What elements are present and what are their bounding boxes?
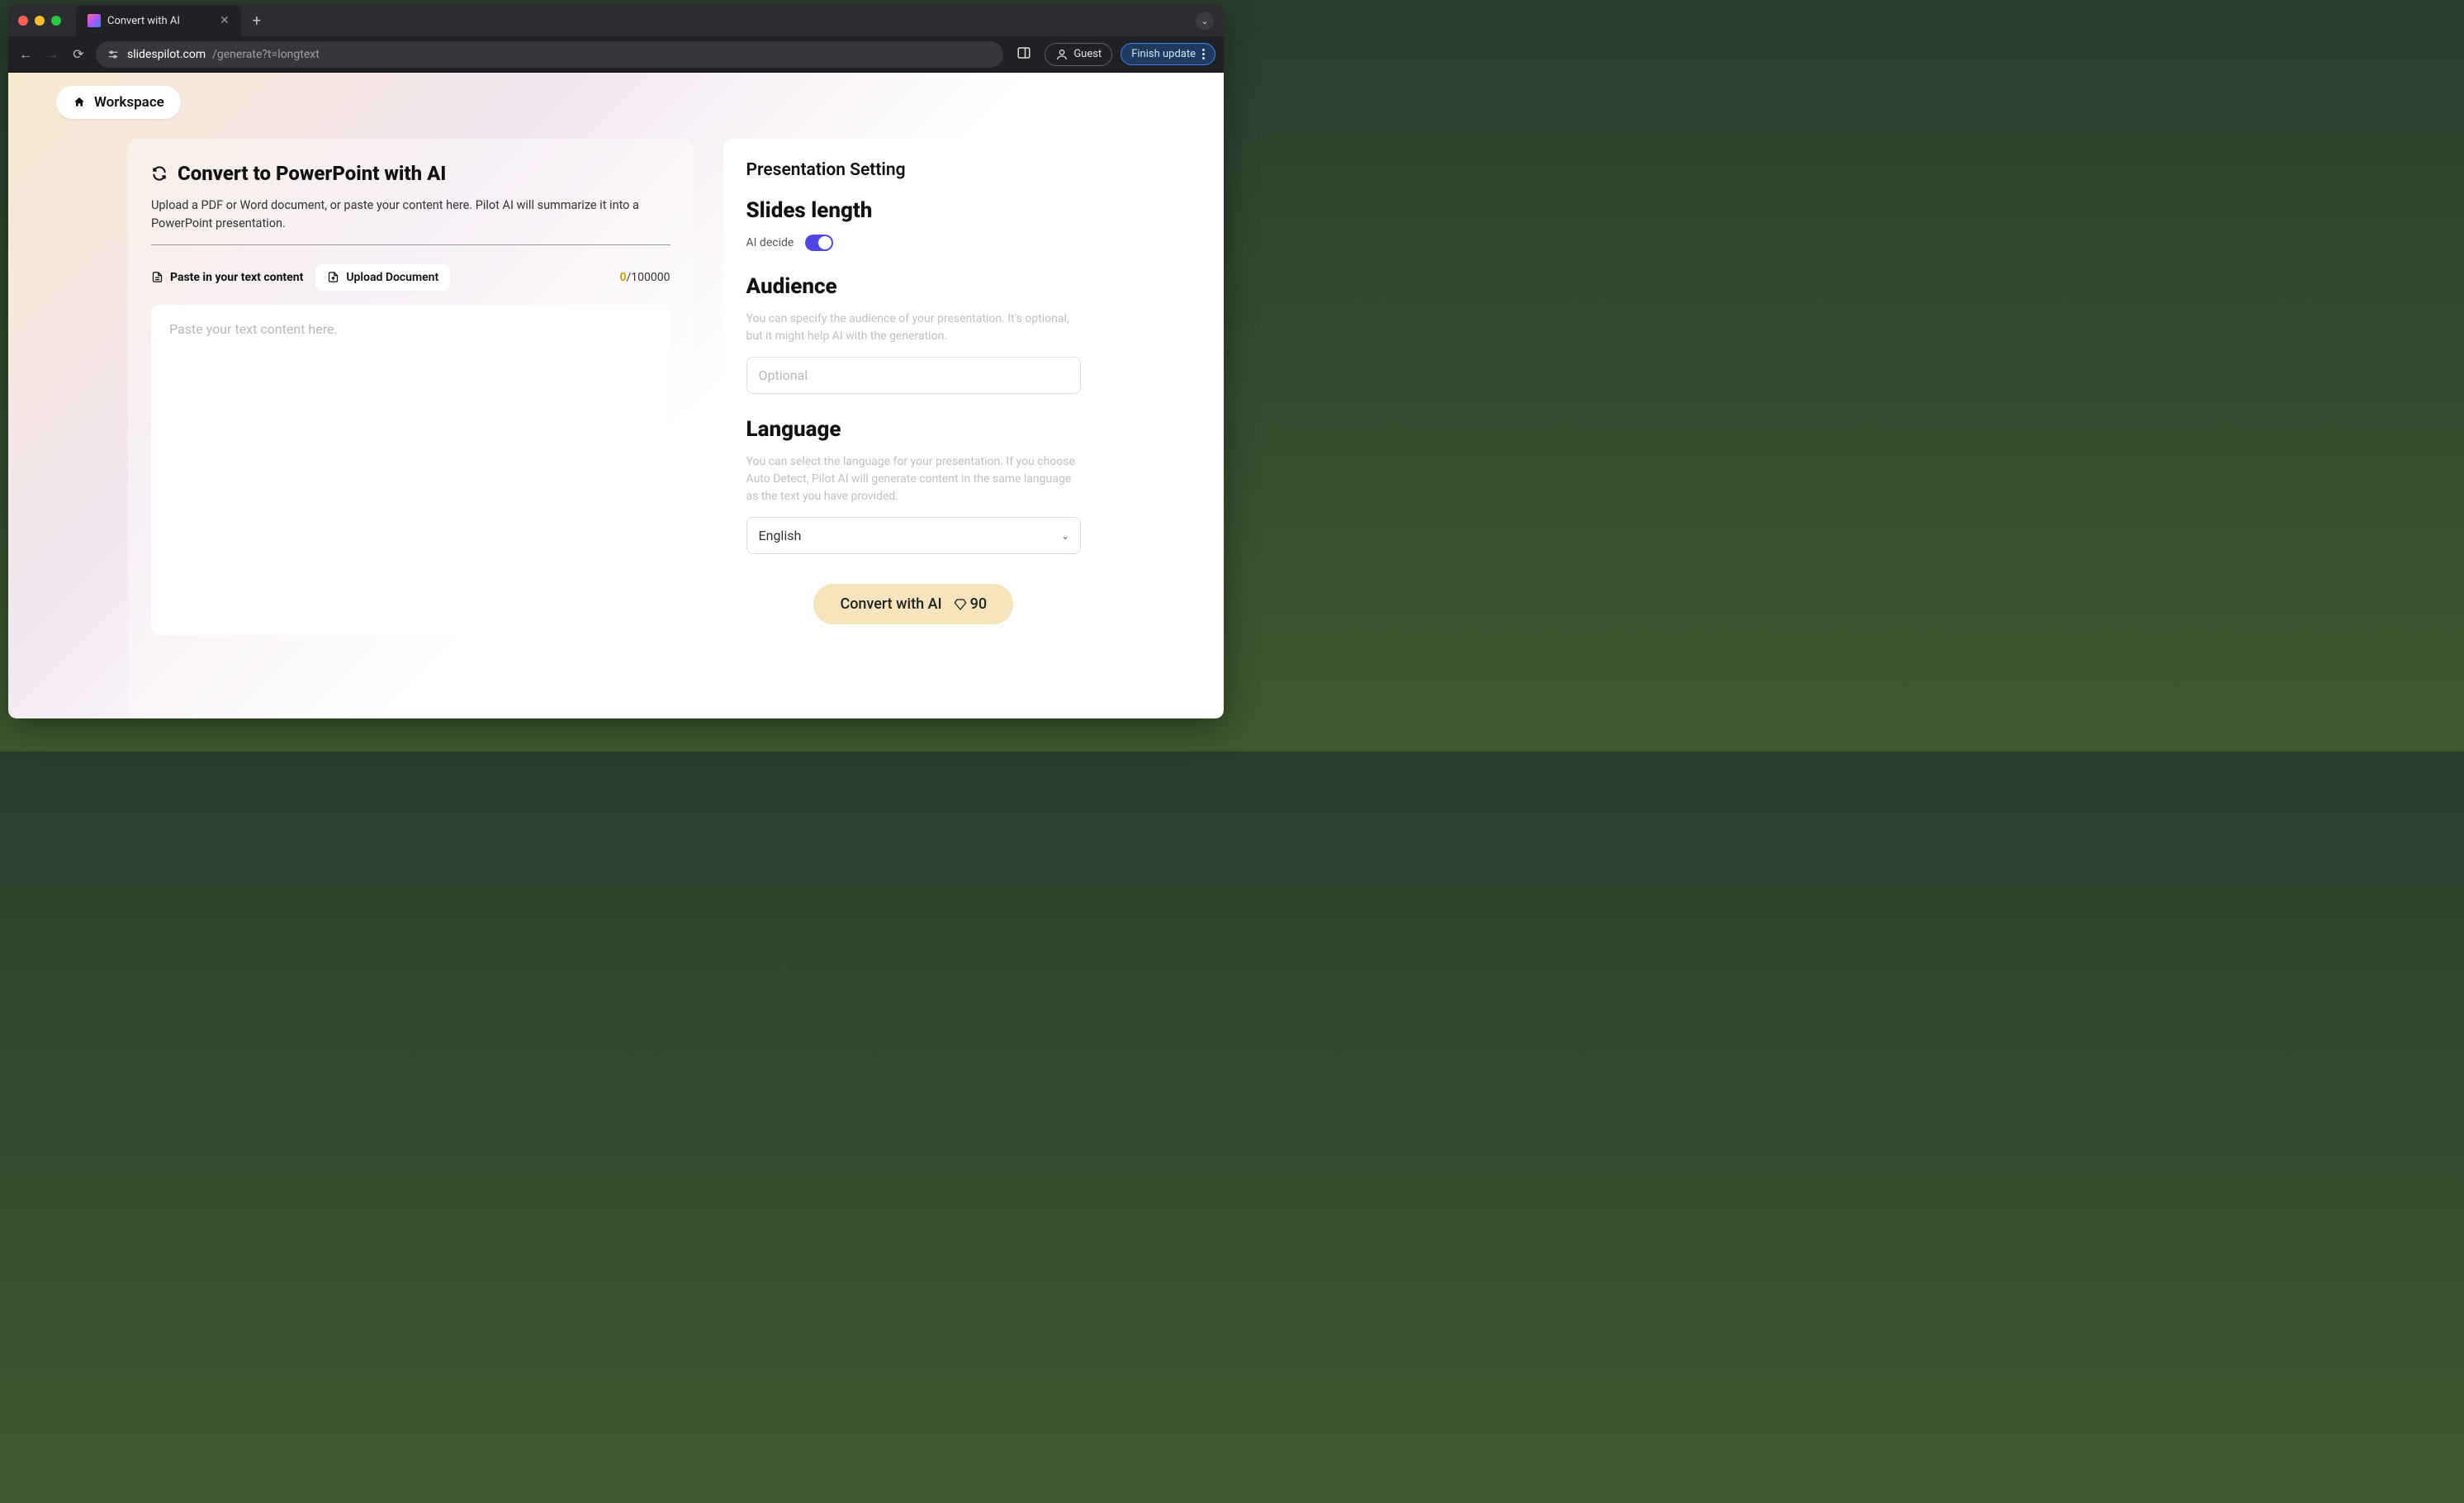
back-button[interactable]: ← (17, 46, 35, 63)
char-counter: 0/100000 (620, 271, 670, 284)
url-host: slidespilot.com (127, 48, 206, 61)
audience-heading: Audience (746, 274, 1081, 299)
convert-title: Convert to PowerPoint with AI (178, 162, 446, 185)
settings-title: Presentation Setting (746, 160, 1081, 180)
convert-button-label: Convert with AI (840, 595, 941, 613)
char-current: 0 (620, 271, 627, 284)
new-tab-button[interactable]: + (253, 12, 261, 30)
side-panel-icon[interactable] (1016, 45, 1031, 64)
upload-icon (327, 271, 339, 283)
language-select[interactable]: English (746, 517, 1081, 554)
window-controls (18, 16, 61, 26)
slides-length-heading: Slides length (746, 198, 1081, 223)
input-mode-tabs: Paste in your text content Upload Docume… (151, 263, 670, 292)
workspace-label: Workspace (94, 94, 164, 111)
language-heading: Language (746, 417, 1081, 442)
favicon-icon (88, 14, 101, 27)
ai-decide-label: AI decide (746, 236, 794, 249)
close-window-button[interactable] (18, 16, 28, 26)
chevron-down-icon: ⌄ (1061, 530, 1069, 542)
tab-paste-text[interactable]: Paste in your text content (151, 271, 303, 284)
ai-decide-row: AI decide (746, 235, 1081, 251)
language-selected: English (759, 528, 802, 543)
convert-description: Upload a PDF or Word document, or paste … (151, 197, 670, 233)
update-label: Finish update (1131, 48, 1196, 60)
content-area: Convert to PowerPoint with AI Upload a P… (128, 139, 1104, 718)
address-bar[interactable]: slidespilot.com/generate?t=longtext (96, 41, 1003, 68)
document-icon (151, 271, 163, 283)
ai-decide-toggle[interactable] (805, 235, 833, 251)
browser-toolbar: ← → ⟳ slidespilot.com/generate?t=longtex… (8, 36, 1224, 73)
home-icon (73, 96, 86, 109)
minimize-window-button[interactable] (35, 16, 45, 26)
settings-panel: Presentation Setting Slides length AI de… (723, 139, 1104, 718)
titlebar: Convert with AI ✕ + ⌄ (8, 5, 1224, 36)
workspace-button[interactable]: Workspace (56, 86, 181, 119)
convert-panel: Convert to PowerPoint with AI Upload a P… (128, 139, 694, 718)
reload-button[interactable]: ⟳ (69, 46, 88, 62)
language-description: You can select the language for your pre… (746, 453, 1081, 505)
finish-update-button[interactable]: Finish update (1121, 43, 1215, 65)
tab-upload-document[interactable]: Upload Document (315, 263, 451, 292)
url-path: /generate?t=longtext (212, 48, 320, 61)
tab-title: Convert with AI (107, 15, 180, 27)
audience-section: Audience You can specify the audience of… (746, 274, 1081, 394)
profile-button[interactable]: Guest (1045, 43, 1112, 66)
browser-tab[interactable]: Convert with AI ✕ (76, 5, 241, 36)
credits-value: 90 (970, 595, 987, 613)
audience-input[interactable] (746, 357, 1081, 394)
profile-label: Guest (1073, 48, 1102, 60)
divider (151, 244, 670, 245)
menu-icon[interactable] (1202, 49, 1205, 59)
forward-button[interactable]: → (43, 46, 61, 63)
browser-window: Convert with AI ✕ + ⌄ ← → ⟳ slidespilot.… (8, 5, 1224, 718)
language-select-wrap: English ⌄ (746, 517, 1081, 554)
site-settings-icon[interactable] (106, 47, 121, 62)
language-section: Language You can select the language for… (746, 417, 1081, 554)
tab-upload-label: Upload Document (346, 271, 438, 284)
audience-description: You can specify the audience of your pre… (746, 311, 1081, 345)
tab-paste-label: Paste in your text content (170, 271, 303, 284)
content-textarea[interactable] (169, 321, 652, 619)
text-input-area (151, 305, 670, 635)
page-viewport: Workspace Convert to PowerPoint with AI … (8, 73, 1224, 718)
maximize-window-button[interactable] (51, 16, 61, 26)
diamond-icon (954, 598, 967, 611)
close-tab-icon[interactable]: ✕ (220, 14, 230, 27)
convert-icon (151, 165, 168, 182)
convert-button[interactable]: Convert with AI 90 (813, 584, 1013, 624)
tab-list-button[interactable]: ⌄ (1196, 12, 1214, 30)
char-max: /100000 (627, 271, 670, 284)
